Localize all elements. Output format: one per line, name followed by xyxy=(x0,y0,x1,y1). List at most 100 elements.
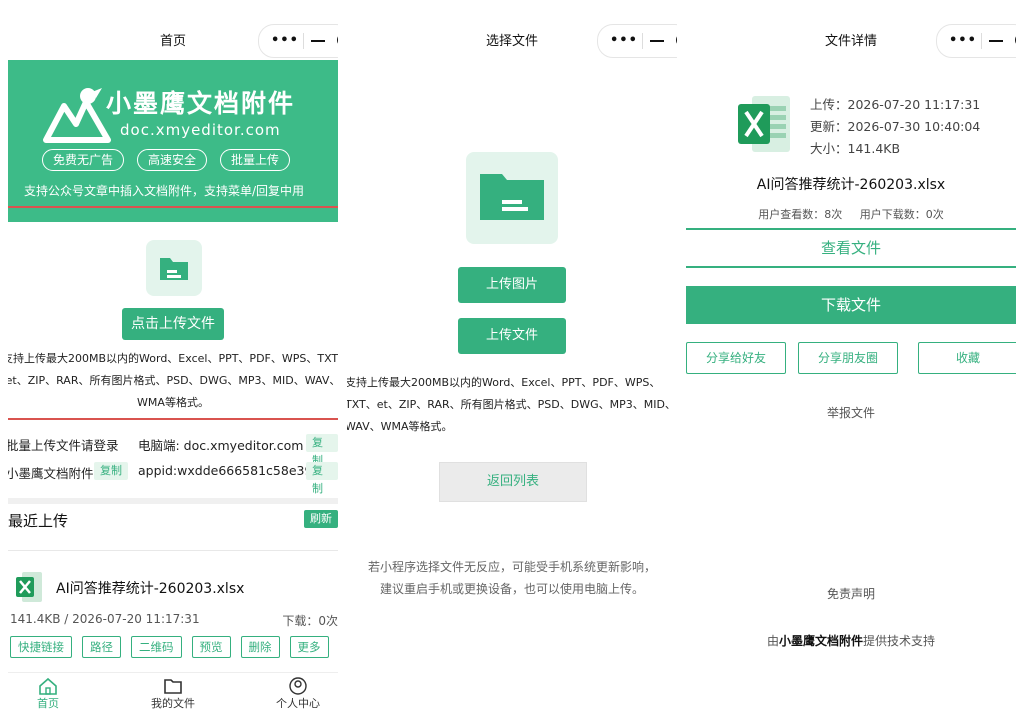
miniprogram-capsule[interactable]: ••• xyxy=(597,24,677,58)
file-stats: 用户查看数：8次 用户下载数：0次 xyxy=(686,206,1016,222)
close-icon[interactable] xyxy=(337,33,338,47)
recent-file-name[interactable]: AI问答推荐统计-260203.xlsx xyxy=(56,578,244,598)
minimize-icon[interactable] xyxy=(989,40,1003,42)
desc-line: et、ZIP、RAR、所有图片格式、PSD、DWG、MP3、MID、WAV、 xyxy=(8,374,338,387)
divider-red xyxy=(8,418,338,420)
upload-file-button[interactable]: 点击上传文件 xyxy=(122,308,224,340)
back-to-list-button[interactable]: 返回列表 xyxy=(439,462,587,502)
banner-tagline: 支持公众号文章中插入文档附件，支持菜单/回复中用 xyxy=(24,184,305,198)
upload-image-button[interactable]: 上传图片 xyxy=(458,267,566,303)
more-button[interactable]: 更多 xyxy=(289,636,329,658)
folder-icon xyxy=(480,174,544,220)
tech-support-note: 由小墨鹰文档附件提供技术支持 xyxy=(686,632,1016,649)
more-icon[interactable]: ••• xyxy=(610,33,638,48)
download-file-button[interactable]: 下载文件 xyxy=(686,286,1016,324)
folder-outline-icon xyxy=(164,679,182,694)
report-file-link[interactable]: 举报文件 xyxy=(686,404,1016,421)
folder-tile[interactable] xyxy=(146,240,202,296)
feature-pill: 批量上传 xyxy=(220,149,291,171)
file-actions: 快捷链接 路径 二维码 预览 删除 更多 xyxy=(10,636,329,658)
upload-description: 支持上传最大200MB以内的Word、Excel、PPT、PDF、WPS、TXT… xyxy=(8,348,338,414)
file-detail-screen: 文件详情 ••• 上传：2026-07-20 11:17:31 更新：2026-… xyxy=(686,10,1016,710)
home-screen: 首页 ••• 小墨鹰文档附件 doc.xmyeditor.com 免费无广告 高… xyxy=(8,10,338,710)
view-count: 用户查看数：8次 xyxy=(758,208,843,221)
capsule-divider xyxy=(303,33,304,49)
folder-icon xyxy=(160,258,188,280)
desc-line: 支持上传最大200MB以内的Word、Excel、PPT、PDF、WPS、TXT… xyxy=(8,352,338,365)
nav-bar: 文件详情 ••• xyxy=(686,10,1016,60)
minimize-icon[interactable] xyxy=(650,40,664,42)
share-friend-button[interactable]: 分享给好友 xyxy=(686,342,786,374)
promo-banner: 小墨鹰文档附件 doc.xmyeditor.com 免费无广告 高速安全 批量上… xyxy=(8,60,338,222)
notice-line: 建议重启手机或更换设备，也可以使用电脑上传。 xyxy=(379,582,644,596)
section-gap xyxy=(8,498,338,504)
tab-my-files[interactable]: 我的文件 xyxy=(133,677,213,710)
download-count: 用户下载数：0次 xyxy=(859,208,944,221)
desc-line: WAV、WMA等格式。 xyxy=(347,420,453,433)
tab-profile[interactable]: 个人中心 xyxy=(258,677,338,710)
brand-name: 小墨鹰文档附件 xyxy=(106,89,296,118)
desc-line: 支持上传最大200MB以内的Word、Excel、PPT、PDF、WPS、 xyxy=(347,376,661,389)
capsule-divider xyxy=(642,33,643,49)
refresh-button[interactable]: 刷新 xyxy=(304,510,338,528)
share-moments-button[interactable]: 分享朋友圈 xyxy=(798,342,898,374)
close-icon[interactable] xyxy=(1015,33,1016,47)
divider-red xyxy=(8,206,338,208)
nav-bar: 首页 ••• xyxy=(8,10,338,60)
folder-tile xyxy=(466,152,558,244)
view-file-button[interactable]: 查看文件 xyxy=(686,228,1016,268)
desc-line: TXT、et、ZIP、RAR、所有图片格式、PSD、DWG、MP3、MID、 xyxy=(347,398,676,411)
eagle-logo-icon xyxy=(43,88,111,143)
copy-name-button[interactable]: 复制 xyxy=(94,462,128,480)
divider xyxy=(8,550,338,551)
tab-label: 我的文件 xyxy=(151,697,195,710)
capsule-divider xyxy=(981,33,982,49)
close-icon[interactable] xyxy=(676,33,677,47)
quick-link-button[interactable]: 快捷链接 xyxy=(10,636,72,658)
favorite-button[interactable]: 收藏 xyxy=(918,342,1016,374)
file-size: 大小：141.4KB xyxy=(810,141,901,156)
path-button[interactable]: 路径 xyxy=(82,636,121,658)
copy-pc-button[interactable]: 复制 xyxy=(306,434,338,467)
batch-login-hint: 批量上传文件请登录 xyxy=(8,438,119,453)
tab-label: 个人中心 xyxy=(276,697,320,710)
preview-button[interactable]: 预览 xyxy=(191,636,231,658)
delete-button[interactable]: 删除 xyxy=(240,636,280,658)
home-icon xyxy=(39,677,57,695)
support-suffix: 提供技术支持 xyxy=(863,634,936,648)
upload-notice: 若小程序选择文件无反应，可能受手机系统更新影响， 建议重启手机或更换设备，也可以… xyxy=(347,556,677,600)
minimize-icon[interactable] xyxy=(311,40,325,42)
miniprogram-name: 小墨鹰文档附件 xyxy=(8,466,94,481)
excel-file-icon xyxy=(738,96,790,152)
recent-file-meta: 141.4KB / 2026-07-20 11:17:31 xyxy=(10,612,200,626)
update-time: 更新：2026-07-30 10:40:04 xyxy=(810,119,981,134)
copy-appid-button[interactable]: 复制 xyxy=(306,462,338,495)
notice-line: 若小程序选择文件无反应，可能受手机系统更新影响， xyxy=(367,560,656,574)
recent-file-downloads: 下载：0次 xyxy=(282,614,338,628)
more-icon[interactable]: ••• xyxy=(949,33,977,48)
feature-pill: 免费无广告 xyxy=(42,149,125,171)
disclaimer-link[interactable]: 免责声明 xyxy=(686,585,1016,602)
miniprogram-capsule[interactable]: ••• xyxy=(258,24,338,58)
qrcode-button[interactable]: 二维码 xyxy=(131,636,182,658)
more-icon[interactable]: ••• xyxy=(271,33,299,48)
appid-text: appid:wxdde666581c58e399 xyxy=(138,463,321,478)
support-prefix: 由 xyxy=(766,634,779,648)
nav-bar: 选择文件 ••• xyxy=(347,10,677,60)
brand-domain: doc.xmyeditor.com xyxy=(120,121,281,139)
tab-home[interactable]: 首页 xyxy=(8,677,88,710)
pc-address: 电脑端: doc.xmyeditor.com xyxy=(138,438,304,453)
user-icon xyxy=(289,677,307,695)
select-file-screen: 选择文件 ••• 上传图片 上传文件 支持上传最大200MB以内的Word、Ex… xyxy=(347,10,677,710)
excel-file-icon xyxy=(16,572,42,602)
tab-label: 首页 xyxy=(37,697,59,710)
feature-pills: 免费无广告 高速安全 批量上传 xyxy=(42,149,291,171)
miniprogram-capsule[interactable]: ••• xyxy=(936,24,1016,58)
file-name: AI问答推荐统计-260203.xlsx xyxy=(756,177,946,193)
feature-pill: 高速安全 xyxy=(137,149,208,171)
desc-line: WMA等格式。 xyxy=(137,396,209,409)
recent-uploads-title: 最近上传 xyxy=(8,512,69,530)
support-brand: 小墨鹰文档附件 xyxy=(778,634,863,648)
upload-description: 支持上传最大200MB以内的Word、Excel、PPT、PDF、WPS、 TX… xyxy=(347,372,677,438)
upload-file-button[interactable]: 上传文件 xyxy=(458,318,566,354)
